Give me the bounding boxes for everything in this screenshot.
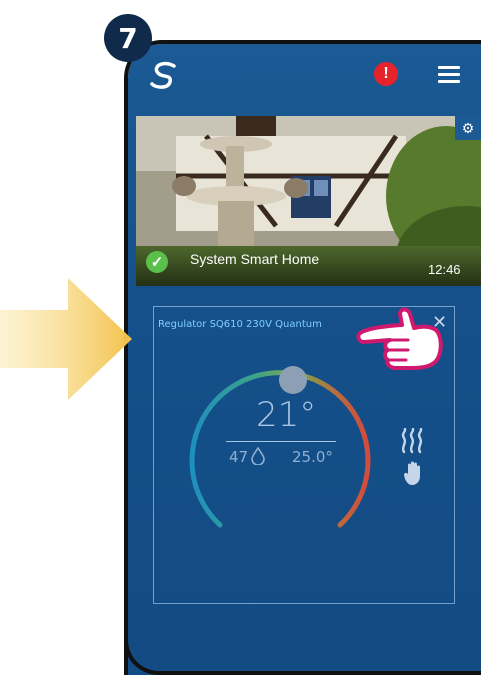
- home-name[interactable]: System Smart Home: [190, 251, 319, 267]
- home-time: 12:46: [428, 262, 461, 277]
- dial-knob[interactable]: [279, 366, 307, 394]
- alert-icon[interactable]: !: [374, 62, 398, 86]
- arrow-right-icon: [0, 278, 132, 400]
- app-logo-icon[interactable]: [148, 60, 180, 90]
- heating-waves-icon[interactable]: [400, 428, 424, 454]
- pointing-hand-icon: [356, 307, 443, 370]
- manual-hand-icon[interactable]: [404, 460, 424, 486]
- check-circle-icon: ✓: [146, 251, 168, 273]
- settings-gear-icon[interactable]: ⚙: [455, 116, 481, 140]
- temperature-dial[interactable]: [180, 360, 380, 540]
- phone-screen-bottom: [128, 640, 481, 671]
- device-title[interactable]: Regulator SQ610 230V Quantum: [158, 319, 322, 330]
- hamburger-menu-icon[interactable]: [438, 66, 460, 83]
- step-badge: 7: [104, 14, 152, 62]
